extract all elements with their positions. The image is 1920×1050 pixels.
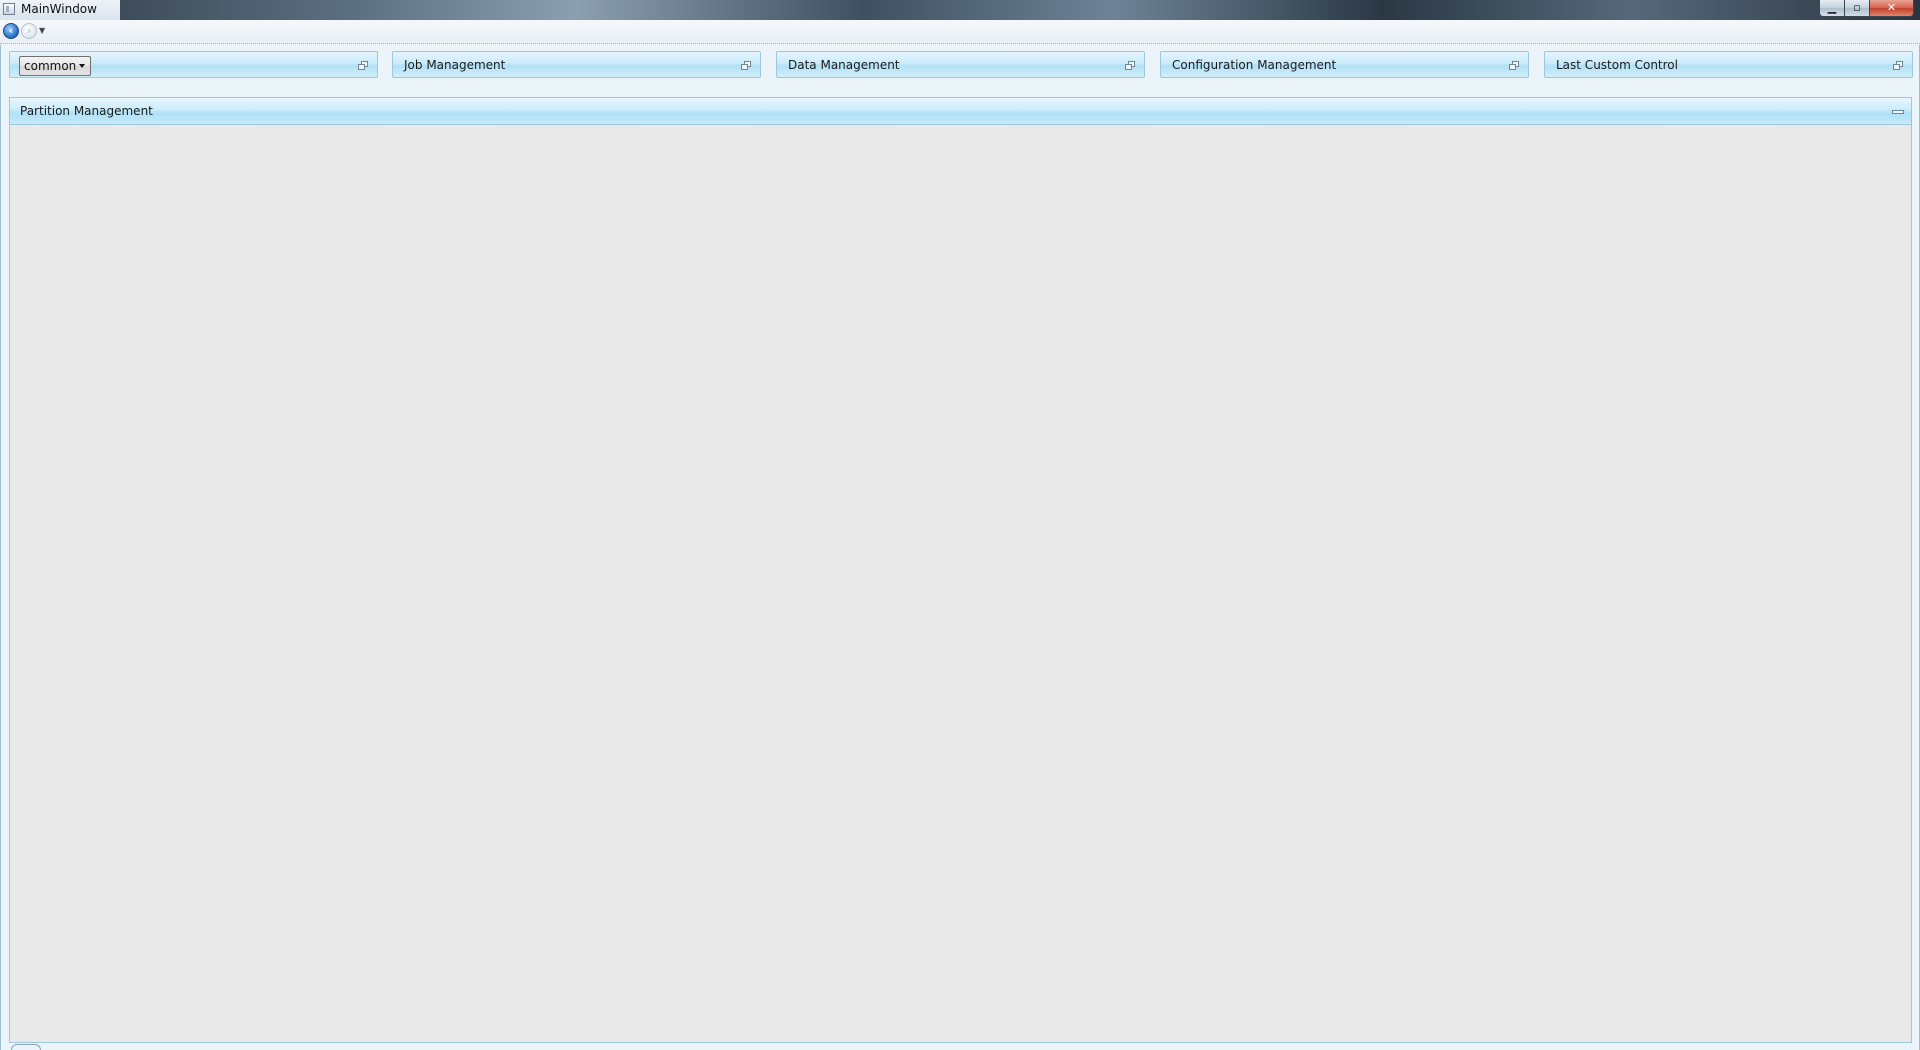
history-dropdown[interactable]: ▼ <box>39 26 45 35</box>
dock-panel-common[interactable]: common <box>9 51 378 78</box>
chevron-down-icon <box>79 64 85 68</box>
dock-panel-label: Data Management <box>788 58 900 72</box>
caption-buttons: ▁ ▫ ✕ <box>1819 0 1914 18</box>
forward-button[interactable]: › <box>21 23 37 39</box>
forward-arrow-icon: › <box>26 24 32 37</box>
content-area: common Job Management Data Management Co… <box>0 45 1920 1050</box>
minimize-button[interactable]: ▁ <box>1819 0 1845 17</box>
restore-icon[interactable] <box>1125 61 1136 70</box>
workspace-combobox[interactable]: common <box>19 56 91 76</box>
panel-title: Partition Management <box>20 104 153 118</box>
window-title: MainWindow <box>21 2 97 16</box>
navigation-bar: ‹ › ▼ <box>0 20 1920 44</box>
close-button[interactable]: ✕ <box>1870 0 1914 17</box>
restore-icon[interactable] <box>741 61 752 70</box>
status-indicator <box>11 1044 41 1050</box>
dock-panel-label: Last Custom Control <box>1556 58 1678 72</box>
maximize-icon: ▫ <box>1853 1 1861 14</box>
maximize-button[interactable]: ▫ <box>1845 0 1870 17</box>
dock-panel-job-management[interactable]: Job Management <box>392 51 761 78</box>
restore-icon[interactable] <box>1509 61 1520 70</box>
restore-icon[interactable] <box>358 61 369 70</box>
title-bar[interactable]: MainWindow ▁ ▫ ✕ <box>0 0 1920 20</box>
main-window: MainWindow ▁ ▫ ✕ ‹ › ▼ common Job Manage… <box>0 0 1920 1050</box>
back-button[interactable]: ‹ <box>3 23 19 39</box>
minimize-icon: ▁ <box>1827 1 1837 14</box>
dock-panel-label: Configuration Management <box>1172 58 1337 72</box>
partition-management-panel: Partition Management <box>9 97 1912 1043</box>
dock-panel-configuration-management[interactable]: Configuration Management <box>1160 51 1529 78</box>
app-icon[interactable] <box>3 3 15 15</box>
panel-header[interactable]: Partition Management <box>10 98 1911 125</box>
dock-panel-last-custom-control[interactable]: Last Custom Control <box>1544 51 1913 78</box>
dock-panel-label: Job Management <box>404 58 506 72</box>
panel-body <box>10 125 1911 1042</box>
combobox-value: common <box>24 59 77 73</box>
restore-icon[interactable] <box>1893 61 1904 70</box>
minimize-icon[interactable] <box>1892 110 1904 114</box>
dock-panel-data-management[interactable]: Data Management <box>776 51 1145 78</box>
close-icon: ✕ <box>1886 1 1897 14</box>
back-arrow-icon: ‹ <box>8 24 14 37</box>
chevron-down-icon: ▼ <box>39 26 46 35</box>
